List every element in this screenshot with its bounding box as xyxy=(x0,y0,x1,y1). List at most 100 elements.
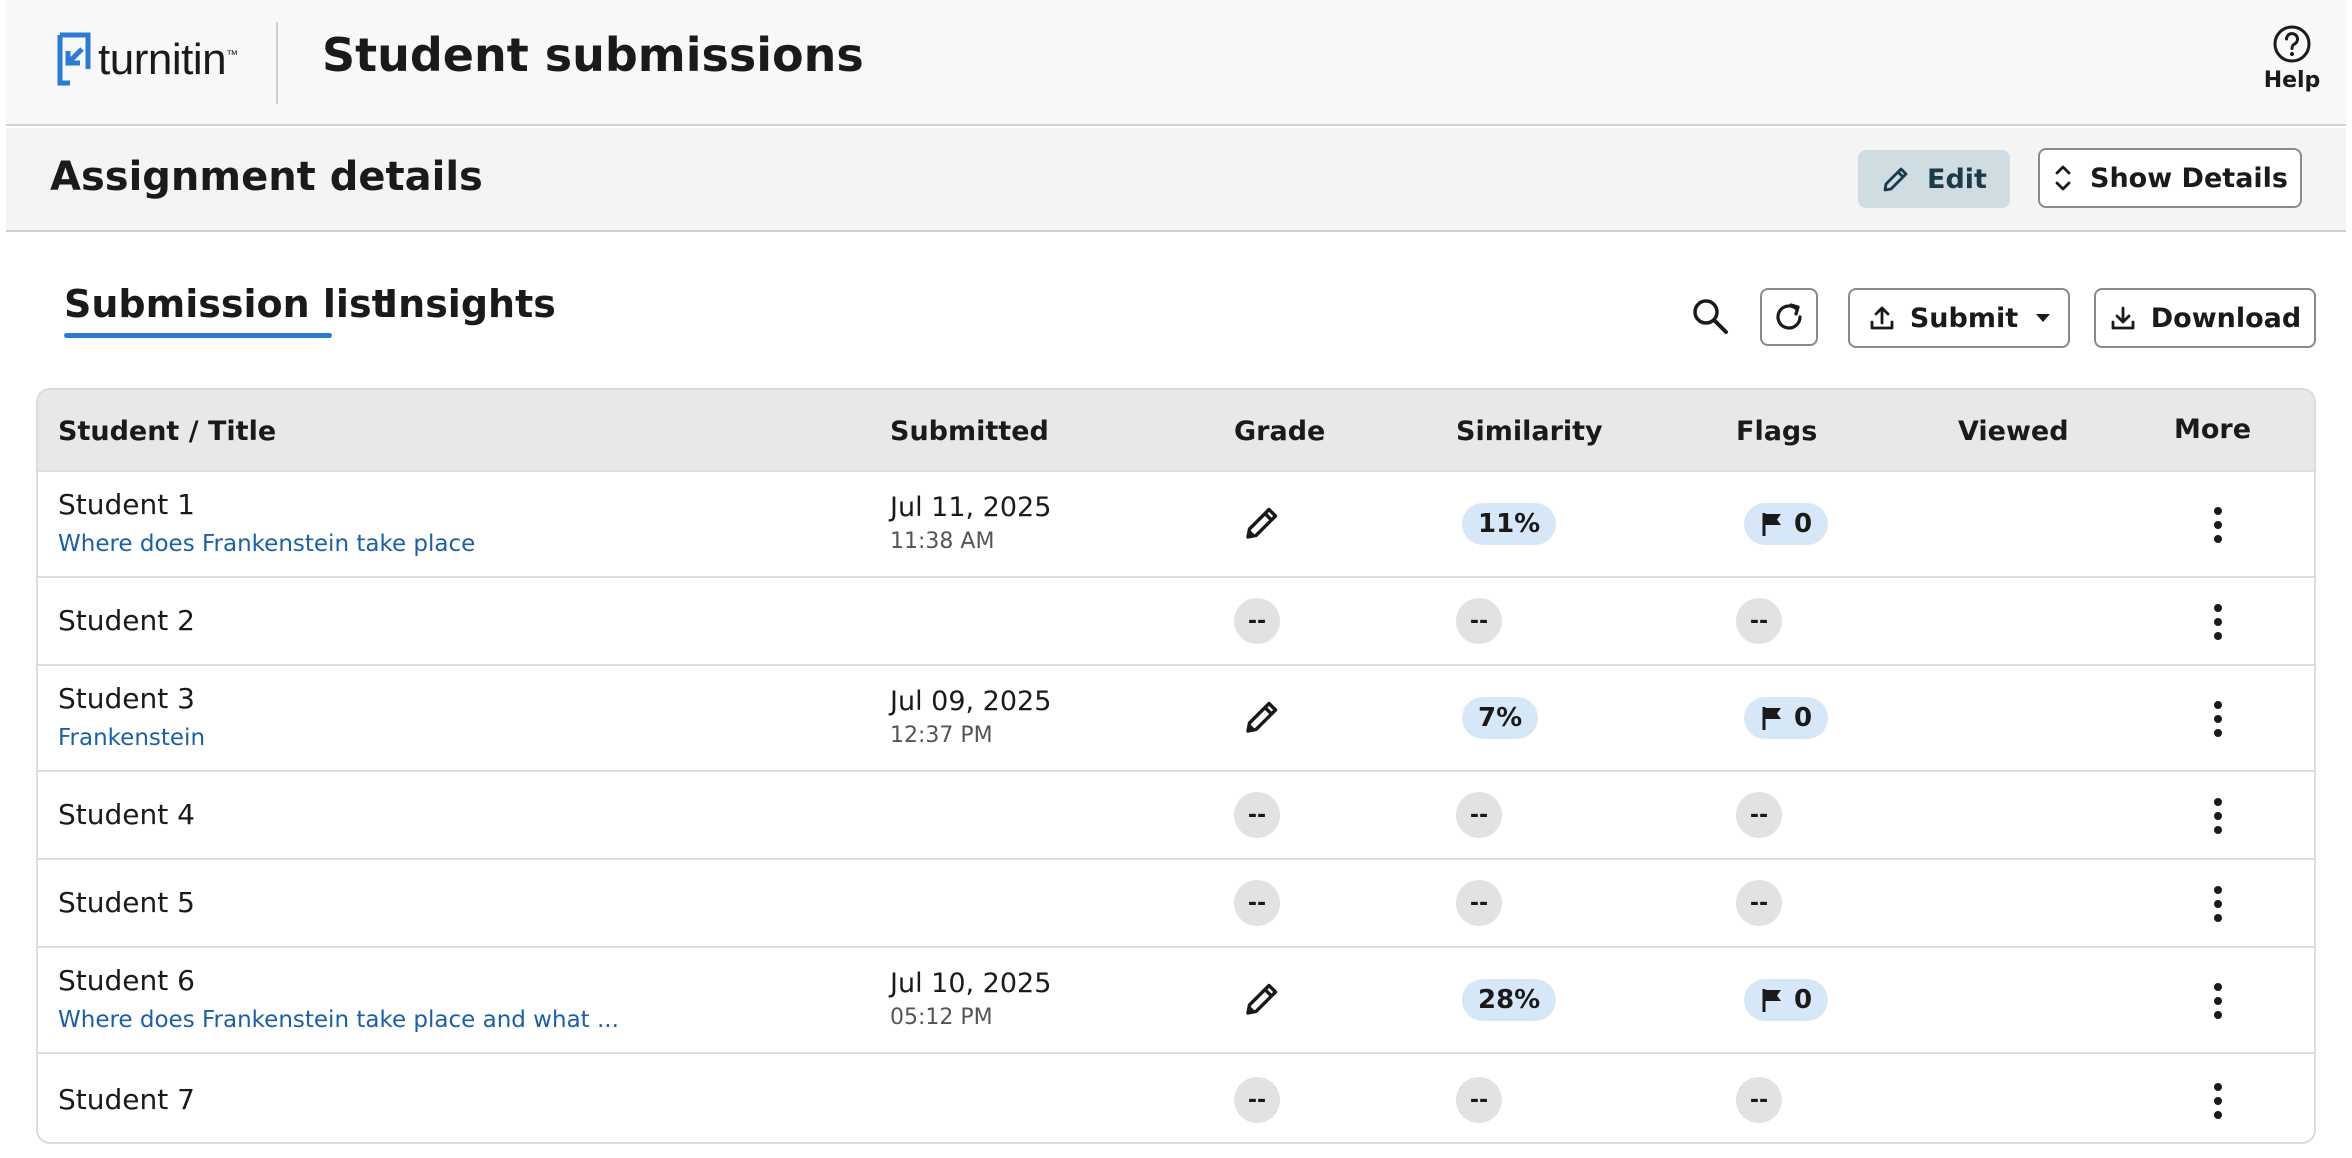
column-header-student-title[interactable]: Student / Title xyxy=(58,416,276,447)
pencil-icon xyxy=(1883,167,1908,192)
active-tab-indicator xyxy=(64,333,332,338)
student-name[interactable]: Student 7 xyxy=(58,1083,195,1116)
more-options-icon[interactable] xyxy=(2212,983,2224,1019)
upload-icon xyxy=(1870,306,1894,330)
grade-pencil-icon[interactable] xyxy=(1242,697,1282,737)
flags-badge[interactable]: 0 xyxy=(1744,979,1829,1021)
show-details-label: Show Details xyxy=(2090,162,2288,194)
table-row[interactable]: Student 3 Frankenstein Jul 09, 2025 12:37 P… xyxy=(38,664,2314,770)
flags-empty-badge: -- xyxy=(1736,1077,1782,1123)
more-options-icon[interactable] xyxy=(2212,886,2224,922)
similarity-score: 11% xyxy=(1478,509,1541,539)
student-name[interactable]: Student 6 xyxy=(58,964,619,997)
more-options-icon[interactable] xyxy=(2212,798,2224,834)
page-title: Student submissions xyxy=(322,28,864,82)
flags-empty-badge: -- xyxy=(1736,880,1782,926)
column-header-grade[interactable]: Grade xyxy=(1234,416,1325,447)
download-label: Download xyxy=(2150,302,2302,334)
submitted-date: Jul 11, 2025 xyxy=(890,492,1052,523)
table-row[interactable]: Student 4 -- -- -- xyxy=(38,770,2314,858)
refresh-icon xyxy=(1776,303,1802,330)
similarity-score-badge[interactable]: 7% xyxy=(1462,697,1539,739)
expand-chevrons-icon xyxy=(2055,165,2071,191)
flag-icon xyxy=(1762,989,1781,1012)
submitted-time: 12:37 PM xyxy=(890,723,993,748)
more-options-icon[interactable] xyxy=(2212,701,2224,737)
submission-title-link[interactable]: Where does Frankenstein take place xyxy=(58,531,475,557)
submission-title-link[interactable]: Where does Frankenstein take place and w… xyxy=(58,1007,619,1033)
submitted-time: 05:12 PM xyxy=(890,1005,993,1030)
flag-icon xyxy=(1762,707,1781,730)
more-options-icon[interactable] xyxy=(2212,507,2224,543)
submissions-table: Student / Title Submitted Grade Similari… xyxy=(36,388,2316,1144)
flags-badge[interactable]: 0 xyxy=(1744,697,1829,739)
similarity-score: 28% xyxy=(1478,985,1541,1015)
table-row[interactable]: Student 2 -- -- -- xyxy=(38,576,2314,664)
grade-empty-badge: -- xyxy=(1234,880,1280,926)
student-name[interactable]: Student 3 xyxy=(58,682,205,715)
table-row[interactable]: Student 6 Where does Frankenstein take pl… xyxy=(38,946,2314,1052)
similarity-score: 7% xyxy=(1478,703,1523,733)
search-icon[interactable] xyxy=(1690,296,1730,336)
flags-count: 0 xyxy=(1794,703,1813,733)
column-header-submitted[interactable]: Submitted xyxy=(890,416,1049,447)
flags-empty-badge: -- xyxy=(1736,598,1782,644)
similarity-empty-badge: -- xyxy=(1456,1077,1502,1123)
flags-count: 0 xyxy=(1794,509,1813,539)
show-details-button[interactable]: Show Details xyxy=(2038,148,2302,208)
submitted-date: Jul 09, 2025 xyxy=(890,686,1052,717)
more-options-icon[interactable] xyxy=(2212,1083,2224,1119)
edit-label: Edit xyxy=(1927,163,1987,195)
table-row[interactable]: Student 1 Where does Frankenstein take pl… xyxy=(38,470,2314,576)
flag-icon xyxy=(1762,513,1781,536)
turnitin-logo[interactable]: turnitin™ xyxy=(54,30,238,90)
column-header-similarity[interactable]: Similarity xyxy=(1456,416,1603,447)
grade-empty-badge: -- xyxy=(1234,1077,1280,1123)
table-header: Student / Title Submitted Grade Similari… xyxy=(38,390,2314,470)
student-name[interactable]: Student 4 xyxy=(58,798,195,831)
student-name[interactable]: Student 2 xyxy=(58,604,195,637)
header-divider xyxy=(276,22,278,104)
similarity-empty-badge: -- xyxy=(1456,792,1502,838)
top-header: turnitin™ Student submissions Help xyxy=(6,0,2346,126)
tab-insights[interactable]: Insights xyxy=(384,282,556,326)
caret-down-icon xyxy=(2036,314,2051,322)
more-options-icon[interactable] xyxy=(2212,604,2224,640)
grade-pencil-icon[interactable] xyxy=(1242,503,1282,543)
assignment-details-bar: Assignment details Edit Show Details xyxy=(6,128,2346,232)
download-button[interactable]: Download xyxy=(2094,288,2316,348)
column-header-more: More xyxy=(2174,414,2252,445)
student-name[interactable]: Student 5 xyxy=(58,886,195,919)
flags-badge[interactable]: 0 xyxy=(1744,503,1829,545)
flags-empty-badge: -- xyxy=(1736,792,1782,838)
similarity-empty-badge: -- xyxy=(1456,598,1502,644)
similarity-empty-badge: -- xyxy=(1456,880,1502,926)
submit-label: Submit xyxy=(1909,302,2019,334)
similarity-score-badge[interactable]: 28% xyxy=(1462,979,1557,1021)
column-header-viewed[interactable]: Viewed xyxy=(1958,416,2069,447)
grade-empty-badge: -- xyxy=(1234,792,1280,838)
grade-pencil-icon[interactable] xyxy=(1242,979,1282,1019)
logo-trademark: ™ xyxy=(226,47,238,62)
table-row[interactable]: Student 7 -- -- -- xyxy=(38,1052,2314,1142)
assignment-details-title: Assignment details xyxy=(50,154,483,200)
edit-button[interactable]: Edit xyxy=(1858,150,2010,208)
turnitin-logo-icon xyxy=(57,32,91,86)
submitted-time: 11:38 AM xyxy=(890,529,995,554)
flags-count: 0 xyxy=(1794,985,1813,1015)
help-label: Help xyxy=(2263,68,2321,93)
table-row[interactable]: Student 5 -- -- -- xyxy=(38,858,2314,946)
similarity-score-badge[interactable]: 11% xyxy=(1462,503,1557,545)
help-button[interactable]: Help xyxy=(2262,24,2322,93)
student-name[interactable]: Student 1 xyxy=(58,488,475,521)
submit-dropdown-button[interactable]: Submit xyxy=(1848,288,2070,348)
download-icon xyxy=(2111,306,2135,330)
submission-title-link[interactable]: Frankenstein xyxy=(58,725,205,751)
tab-submission-list[interactable]: Submission list xyxy=(64,282,390,326)
refresh-button[interactable] xyxy=(1760,288,1818,346)
submitted-date: Jul 10, 2025 xyxy=(890,968,1052,999)
help-icon xyxy=(2273,25,2311,63)
logo-text: turnitin™ xyxy=(98,35,238,84)
column-header-flags[interactable]: Flags xyxy=(1736,416,1817,447)
grade-empty-badge: -- xyxy=(1234,598,1280,644)
